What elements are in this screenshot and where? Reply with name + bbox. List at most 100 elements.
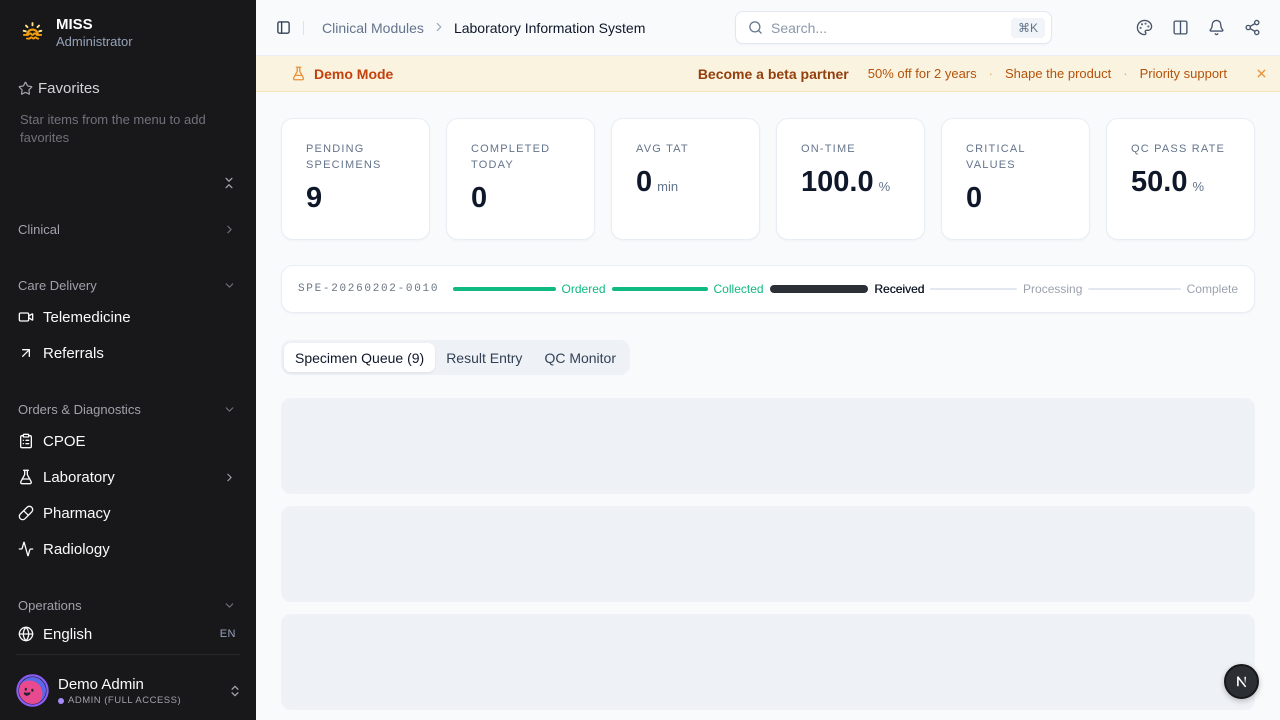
skeleton-row	[281, 398, 1255, 494]
app-role: Administrator	[56, 34, 133, 49]
sunrise-logo-icon	[21, 21, 44, 44]
sidebar-item-telemedicine[interactable]: Telemedicine	[16, 301, 256, 333]
favorites-label: Favorites	[38, 80, 100, 97]
video-icon	[18, 309, 34, 325]
chevrons-up-down-icon	[228, 684, 242, 698]
stat-value: 0	[636, 167, 652, 197]
main-area: Clinical Modules Laboratory Information …	[256, 0, 1280, 720]
sidebar-item-referrals[interactable]: Referrals	[16, 337, 256, 369]
user-menu[interactable]: Demo Admin ADMIN (FULL ACCESS)	[16, 674, 242, 707]
tracker-connector-current	[770, 285, 869, 293]
skeleton-row	[281, 506, 1255, 602]
sidebar-item-radiology[interactable]: Radiology	[16, 533, 256, 565]
sidebar-nav: Clinical Care Delivery Telemedicine Refe…	[0, 213, 256, 650]
palette-icon	[1136, 19, 1153, 36]
chevron-right-icon	[223, 223, 236, 236]
globe-icon	[18, 626, 34, 642]
stat-card-critical-values: CRITICAL VALUES 0	[941, 118, 1090, 240]
specimen-tracker: SPE-20260202-0010 Ordered Collected Rece…	[281, 265, 1255, 313]
banner-cta[interactable]: Become a beta partner	[698, 66, 849, 82]
banner-perk: Shape the product	[1005, 66, 1111, 81]
favorites-header: Favorites	[18, 79, 240, 97]
chevron-right-icon	[223, 471, 236, 484]
app-logo-block[interactable]: MISS Administrator	[0, 0, 256, 49]
tracker-connector-pending	[1088, 288, 1180, 290]
banner-title: Demo Mode	[314, 66, 393, 82]
stat-value: 100.0	[801, 167, 874, 197]
share-button[interactable]	[1238, 14, 1266, 42]
stat-value: 50.0	[1131, 167, 1187, 197]
skeleton-row	[281, 614, 1255, 710]
activity-icon	[18, 541, 34, 557]
theme-button[interactable]	[1130, 14, 1158, 42]
avatar	[16, 674, 49, 707]
sidebar-toggle-button[interactable]	[276, 20, 291, 35]
sidebar-item-pharmacy[interactable]: Pharmacy	[16, 497, 256, 529]
panel-left-icon	[276, 20, 291, 35]
tab-list: Specimen Queue (9) Result Entry QC Monit…	[281, 340, 630, 375]
sidebar-item-cpoe[interactable]: CPOE	[16, 425, 256, 457]
sidebar-group-operations[interactable]: Operations	[0, 589, 256, 621]
search-icon	[748, 20, 763, 35]
tab-qc-monitor[interactable]: QC Monitor	[533, 343, 627, 372]
stat-card-qc-pass-rate: QC PASS RATE 50.0%	[1106, 118, 1255, 240]
chevrons-down-up-icon[interactable]	[222, 176, 236, 190]
columns-icon	[1172, 19, 1189, 36]
stat-card-on-time: ON-TIME 100.0%	[776, 118, 925, 240]
demo-banner: Demo Mode Become a beta partner 50% off …	[256, 56, 1280, 92]
tab-result-entry[interactable]: Result Entry	[435, 343, 533, 372]
tracker-stage: Collected	[714, 282, 764, 296]
sidebar-item-language[interactable]: English EN	[16, 618, 256, 650]
close-icon	[1255, 67, 1268, 80]
pill-icon	[18, 505, 34, 521]
stat-card-completed-today: COMPLETED TODAY 0	[446, 118, 595, 240]
chevron-down-icon	[223, 599, 236, 612]
tab-specimen-queue[interactable]: Specimen Queue (9)	[284, 343, 435, 372]
loading-skeletons	[281, 398, 1255, 710]
tracker-connector-done	[453, 287, 555, 291]
nextjs-logo-icon	[1233, 673, 1250, 690]
share-icon	[1244, 19, 1261, 36]
search-input[interactable]: Search... ⌘K	[735, 11, 1052, 44]
nextjs-dev-button[interactable]	[1224, 664, 1259, 699]
stat-card-pending-specimens: PENDING SPECIMENS 9	[281, 118, 430, 240]
sidebar-item-laboratory[interactable]: Laboratory	[16, 461, 256, 493]
flask-icon	[18, 469, 34, 485]
tracker-stage: Processing	[1023, 282, 1082, 296]
page-content: PENDING SPECIMENS 9 COMPLETED TODAY 0 AV…	[256, 92, 1280, 710]
sidebar-group-care-delivery[interactable]: Care Delivery	[0, 269, 256, 301]
specimen-id: SPE-20260202-0010	[298, 283, 439, 295]
breadcrumb-chevron-icon	[432, 19, 446, 37]
favorites-hint: Star items from the menu to add favorite…	[20, 111, 212, 146]
stats-grid: PENDING SPECIMENS 9 COMPLETED TODAY 0 AV…	[281, 118, 1255, 240]
tracker-connector-pending	[930, 288, 1017, 290]
tracker-stage: Received	[874, 282, 924, 296]
chevron-down-icon	[223, 403, 236, 416]
breadcrumb-current: Laboratory Information System	[454, 20, 645, 36]
stat-value: 0	[966, 183, 982, 213]
layout-columns-button[interactable]	[1166, 14, 1194, 42]
clipboard-list-icon	[18, 433, 34, 449]
arrow-up-right-icon	[18, 345, 34, 361]
app-name: MISS	[56, 16, 133, 34]
banner-close-button[interactable]	[1247, 60, 1275, 88]
user-name: Demo Admin	[58, 675, 228, 694]
breadcrumb-parent[interactable]: Clinical Modules	[322, 20, 424, 36]
bell-icon	[1208, 19, 1225, 36]
role-status-dot	[58, 698, 64, 704]
tracker-connector-done	[612, 287, 708, 291]
banner-perk: Priority support	[1140, 66, 1227, 81]
banner-perk: 50% off for 2 years	[868, 66, 977, 81]
notifications-button[interactable]	[1202, 14, 1230, 42]
star-icon	[18, 81, 33, 96]
tracker-stage: Ordered	[562, 282, 606, 296]
user-role: ADMIN (FULL ACCESS)	[68, 695, 181, 706]
flask-icon	[291, 66, 306, 81]
stat-card-avg-tat: AVG TAT 0min	[611, 118, 760, 240]
sidebar-group-clinical[interactable]: Clinical	[0, 213, 256, 245]
sidebar-group-orders-diagnostics[interactable]: Orders & Diagnostics	[0, 393, 256, 425]
chevron-down-icon	[223, 279, 236, 292]
language-badge: EN	[220, 628, 236, 640]
tracker-stage: Complete	[1187, 282, 1238, 296]
search-shortcut: ⌘K	[1011, 18, 1045, 38]
